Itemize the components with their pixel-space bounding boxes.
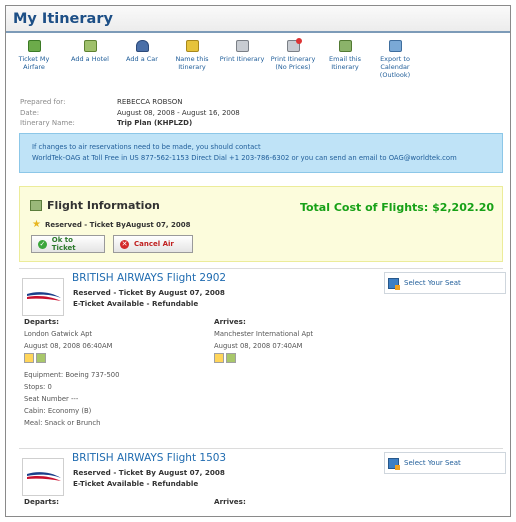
prepared-for-value: REBECCA ROBSON <box>117 98 183 106</box>
star-icon: ★ <box>32 219 41 230</box>
departs-label: Departs: <box>24 497 59 506</box>
map-icon[interactable] <box>36 353 46 363</box>
itinerary-name-row: Itinerary Name: Trip Plan (KHPLZD) <box>20 118 240 129</box>
departs-weather-icons <box>24 353 48 363</box>
departs-airport: London Gatwick Apt <box>24 330 93 338</box>
name-itinerary-button[interactable]: Name this Itinerary <box>172 40 212 71</box>
arrives-label: Arrives: <box>214 497 246 506</box>
itinerary-window: My Itinerary Ticket My Airfare Add a Hot… <box>5 5 511 517</box>
arrives-label: Arrives: <box>214 317 246 326</box>
prepared-for-row: Prepared for: REBECCA ROBSON <box>20 97 240 108</box>
hotel-icon <box>83 40 97 52</box>
stops: Stops: 0 <box>24 383 52 391</box>
printer-no-prices-icon <box>286 38 302 52</box>
flight-information-heading: Flight Information <box>30 199 160 212</box>
calendar-export-icon <box>388 40 402 52</box>
flight-eticket-status: E-Ticket Available - Refundable <box>73 299 199 308</box>
weather-icon[interactable] <box>24 353 34 363</box>
close-icon: ✕ <box>120 239 129 249</box>
itinerary-summary: Prepared for: REBECCA ROBSON Date: Augus… <box>20 97 240 129</box>
seat-icon <box>388 277 400 290</box>
departs-label: Departs: <box>24 317 59 326</box>
select-seat-button[interactable]: Select Your Seat <box>384 272 506 294</box>
page-header: My Itinerary <box>6 6 510 33</box>
arrives-airport: Manchester International Apt <box>214 330 314 338</box>
reservation-status: ★ Reserved - Ticket ByAugust 07, 2008 <box>32 219 191 230</box>
flight-reservation-status: Reserved - Ticket By August 07, 2008 <box>73 468 225 477</box>
notice-line-2: WorldTek-OAG at Toll Free in US 877-562-… <box>32 153 457 162</box>
date-value: August 08, 2008 - August 16, 2008 <box>117 108 240 117</box>
cabin: Cabin: Economy (B) <box>24 407 92 415</box>
ticket-my-airfare-button[interactable]: Ticket My Airfare <box>14 40 54 71</box>
car-icon <box>135 40 149 52</box>
airplane-ticket-icon <box>30 200 42 211</box>
flight-information-panel: Flight Information Total Cost of Flights… <box>19 186 503 262</box>
contact-notice: If changes to air reservations need to b… <box>19 133 503 173</box>
ticket-icon <box>27 40 41 52</box>
email-itinerary-button[interactable]: Email this Itinerary <box>325 40 365 71</box>
british-airways-logo <box>22 458 64 496</box>
meal: Meal: Snack or Brunch <box>24 419 101 427</box>
prepared-for-label: Prepared for: <box>20 98 66 106</box>
notice-line-1: If changes to air reservations need to b… <box>32 143 261 151</box>
date-label: Date: <box>20 108 40 117</box>
itinerary-toolbar: Ticket My Airfare Add a Hotel Add a Car … <box>14 38 504 92</box>
check-icon: ✓ <box>38 239 47 249</box>
email-icon <box>338 40 352 52</box>
add-hotel-button[interactable]: Add a Hotel <box>66 40 114 63</box>
departs-time: August 08, 2008 06:40AM <box>24 342 113 350</box>
section-divider <box>19 268 503 269</box>
flight-title-link[interactable]: BRITISH AIRWAYS Flight 1503 <box>72 452 226 464</box>
cancel-air-button[interactable]: ✕ Cancel Air <box>113 235 193 253</box>
printer-icon <box>235 40 249 52</box>
flight-reservation-status: Reserved - Ticket By August 07, 2008 <box>73 288 225 297</box>
export-calendar-button[interactable]: Export to Calendar (Outlook) <box>372 40 418 79</box>
print-itinerary-no-prices-button[interactable]: Print Itinerary (No Prices) <box>268 38 318 71</box>
select-seat-button[interactable]: Select Your Seat <box>384 452 506 474</box>
print-itinerary-button[interactable]: Print Itinerary <box>217 40 267 63</box>
add-car-button[interactable]: Add a Car <box>122 40 162 63</box>
arrives-time: August 08, 2008 07:40AM <box>214 342 303 350</box>
flight-eticket-status: E-Ticket Available - Refundable <box>73 479 199 488</box>
map-icon[interactable] <box>226 353 236 363</box>
page-title: My Itinerary <box>13 10 113 27</box>
weather-icon[interactable] <box>214 353 224 363</box>
ok-to-ticket-button[interactable]: ✓ Ok to Ticket <box>31 235 105 253</box>
flight-segment-2: BRITISH AIRWAYS Flight 1503 Reserved - T… <box>19 452 506 516</box>
seat-icon <box>388 457 400 470</box>
flight-details: Equipment: Boeing 737-500 Stops: 0 Seat … <box>24 369 119 429</box>
british-airways-logo <box>22 278 64 316</box>
flight-segment-1: BRITISH AIRWAYS Flight 2902 Reserved - T… <box>19 272 506 452</box>
total-cost-of-flights: Total Cost of Flights: $2,202.20 <box>299 201 494 214</box>
arrives-weather-icons <box>214 353 238 363</box>
seat-number: Seat Number --- <box>24 395 79 403</box>
section-divider <box>19 448 503 449</box>
itinerary-name-label: Itinerary Name: <box>20 119 75 127</box>
flight-title-link[interactable]: BRITISH AIRWAYS Flight 2902 <box>72 272 226 284</box>
equipment: Equipment: Boeing 737-500 <box>24 371 120 379</box>
itinerary-name-value: Trip Plan (KHPLZD) <box>117 119 193 127</box>
rename-icon <box>185 40 199 52</box>
date-row: Date: August 08, 2008 - August 16, 2008 <box>20 108 240 119</box>
